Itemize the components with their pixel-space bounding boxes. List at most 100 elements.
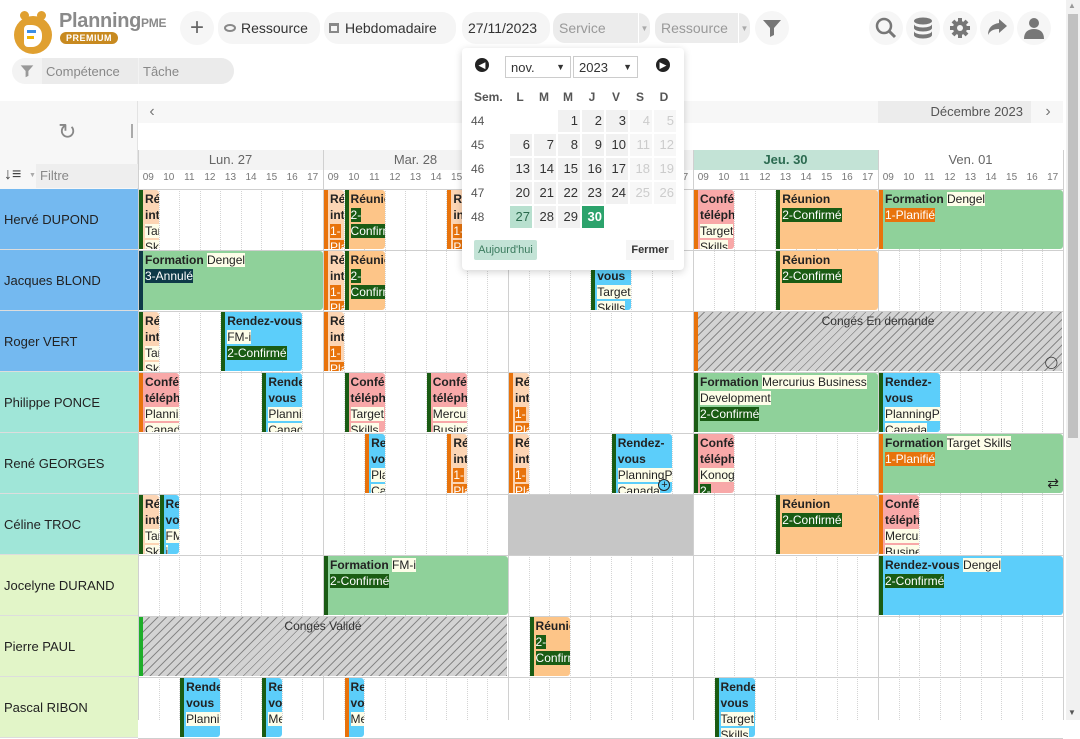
event-block[interactable]: Rendez-vous PlanningPME [180, 678, 221, 737]
event-block[interactable]: Réunion 2-Confirmé [776, 190, 878, 249]
calendar-day[interactable]: 12 [654, 134, 676, 156]
calendar-day[interactable]: 5 [654, 110, 676, 132]
event-block[interactable]: Rendez-vous Mercurius [262, 678, 282, 737]
settings-button[interactable] [943, 11, 977, 45]
day-header[interactable]: Jeu. 30 [693, 150, 878, 170]
database-button[interactable] [906, 11, 940, 45]
event-block[interactable]: Formation Dengel 3-Annulé [139, 251, 323, 310]
event-block[interactable]: Réunion interne 1-Planifié [509, 373, 529, 432]
resource-row-label[interactable]: Pierre PAUL [0, 616, 138, 677]
resource-row-label[interactable]: René GEORGES [0, 433, 138, 494]
year-select[interactable]: 2023 ▼ [573, 56, 638, 78]
event-block[interactable]: Réunion interne 1-Planifié [509, 434, 529, 493]
event-block[interactable]: Rendez-vousPlanningPME Canada+ [611, 434, 673, 493]
calendar-day[interactable]: 26 [654, 182, 676, 204]
event-block[interactable]: Rendez-vousPlanningPME Canada [365, 434, 385, 493]
event-block[interactable]: Conférence téléphoniqueMercurius Busines… [879, 495, 920, 554]
event-block[interactable]: Formation FM-i 2-Confirmé [324, 556, 508, 615]
resource-row-label[interactable]: Philippe PONCE [0, 372, 138, 433]
calendar-day[interactable]: 28 [534, 206, 556, 228]
task-filter[interactable]: Tâche [139, 58, 234, 84]
calendar-day[interactable]: 15 [558, 158, 580, 180]
absence-block[interactable]: Congés Validé [139, 617, 507, 676]
event-block[interactable]: Réunion 2-Confirmé [344, 190, 385, 249]
calendar-day[interactable]: 9 [582, 134, 604, 156]
event-block[interactable]: Conférence téléphonique Konogo 2-Confirmé [694, 434, 735, 493]
day-header[interactable]: Lun. 27 [138, 150, 323, 170]
today-button[interactable]: Aujourd'hui [474, 240, 537, 260]
resource-row-label[interactable]: Jacques BLOND [0, 250, 138, 311]
chevron-down-icon[interactable]: ▼ [29, 172, 36, 179]
event-block[interactable]: Rendez-vous Mercurius [344, 678, 365, 737]
resource-row-label[interactable]: Jocelyne DURAND [0, 555, 138, 616]
event-block[interactable]: Rendez-vousPlanningPME Canada [879, 373, 940, 432]
user-button[interactable] [1017, 11, 1051, 45]
search-button[interactable] [869, 11, 903, 45]
sort-icon[interactable]: ↓≡ [4, 166, 21, 184]
calendar-day[interactable]: 2 [582, 110, 604, 132]
calendar-day[interactable]: 23 [582, 182, 604, 204]
resize-handle[interactable] [131, 124, 133, 138]
event-block[interactable]: Réunion 2-Confirmé [776, 495, 878, 554]
calendar-day[interactable]: 18 [630, 158, 652, 180]
event-block[interactable]: Réunion 2-Confirmé [344, 251, 385, 310]
competence-filter[interactable]: Compétence [42, 58, 138, 84]
event-block[interactable]: Réunion interne 1-Planifié [447, 434, 467, 493]
calendar-day[interactable]: 6 [510, 134, 532, 156]
calendar-day[interactable]: 29 [558, 206, 580, 228]
calendar-day[interactable]: 25 [630, 182, 652, 204]
event-block[interactable]: Réunion interne Target Skills [139, 495, 159, 554]
comment-icon[interactable]: ◯ [1045, 355, 1058, 369]
scrollbar-thumb[interactable] [1068, 14, 1078, 438]
view-mode-button[interactable]: Ressource [218, 12, 320, 44]
resource-row-label[interactable]: Pascal RIBON [0, 677, 138, 738]
calendar-day[interactable]: 22 [558, 182, 580, 204]
calendar-day[interactable]: 4 [630, 110, 652, 132]
calendar-day[interactable]: 16 [582, 158, 604, 180]
calendar-day[interactable]: 11 [630, 134, 652, 156]
resource-row-label[interactable]: Céline TROC [0, 494, 138, 555]
resource-filter-input[interactable]: Filtre [36, 164, 138, 188]
event-block[interactable]: Conférence téléphoniqueTarget Skills [344, 373, 385, 432]
event-block[interactable]: Formation Mercurius Business Development… [694, 373, 878, 432]
month-select[interactable]: nov. ▼ [505, 56, 571, 78]
refresh-icon[interactable]: ↻ [58, 119, 76, 145]
calendar-day[interactable]: 14 [534, 158, 556, 180]
event-block[interactable]: Formation Dengel 1-Planifié [879, 190, 1063, 249]
calendar-day[interactable]: 1 [558, 110, 580, 132]
scroll-up-icon[interactable]: ▲ [1068, 1, 1076, 10]
add-icon[interactable]: + [658, 479, 671, 491]
event-block[interactable]: Réunion interne 1-Planifié [324, 312, 344, 371]
event-block[interactable]: Rendez-vousTarget Skills [714, 678, 755, 737]
calendar-day[interactable]: 17 [606, 158, 628, 180]
calendar-day[interactable]: 3 [606, 110, 628, 132]
calendar-day[interactable]: 19 [654, 158, 676, 180]
event-block[interactable]: Rendez-vous FM-i [159, 495, 180, 554]
event-block[interactable]: Conférence téléphoniqueTarget Skills [694, 190, 735, 249]
share-button[interactable] [980, 11, 1014, 45]
prev-month-button[interactable]: ◀ [475, 58, 489, 72]
calendar-day[interactable]: 7 [534, 134, 556, 156]
period-button[interactable]: Hebdomadaire [324, 12, 456, 44]
event-block[interactable]: Réunion interne 1-Planifié [324, 190, 344, 249]
calendar-day[interactable]: 21 [534, 182, 556, 204]
event-block[interactable]: Réunion 2-Confirmé [529, 617, 570, 676]
filter-button[interactable] [755, 11, 789, 45]
event-block[interactable]: Réunion interne 1-Planifié [324, 251, 344, 310]
resource-row-label[interactable]: Roger VERT [0, 311, 138, 372]
day-header[interactable]: Ven. 01 [878, 150, 1063, 170]
next-month-button[interactable]: ▶ [656, 58, 670, 72]
scroll-down-icon[interactable]: ▼ [1068, 708, 1076, 717]
calendar-day[interactable]: 24 [606, 182, 628, 204]
calendar-day[interactable]: 20 [510, 182, 532, 204]
calendar-day[interactable]: 8 [558, 134, 580, 156]
resource-select[interactable]: Ressource ▼ [655, 13, 750, 43]
event-block[interactable]: Conférence téléphoniquePlanningPME Canad… [139, 373, 180, 432]
event-block[interactable]: Rendez-vous Dengel 2-Confirmé [879, 556, 1063, 615]
event-block[interactable]: Réunion 2-Confirmé [776, 251, 878, 310]
absence-block[interactable]: Congés En demande ◯ [694, 312, 1062, 371]
next-period-button[interactable]: › [1036, 101, 1060, 123]
service-select[interactable]: Service ▼ [553, 13, 650, 43]
prev-period-button[interactable]: ‹ [140, 101, 164, 123]
date-input[interactable]: 27/11/2023 [462, 12, 550, 44]
